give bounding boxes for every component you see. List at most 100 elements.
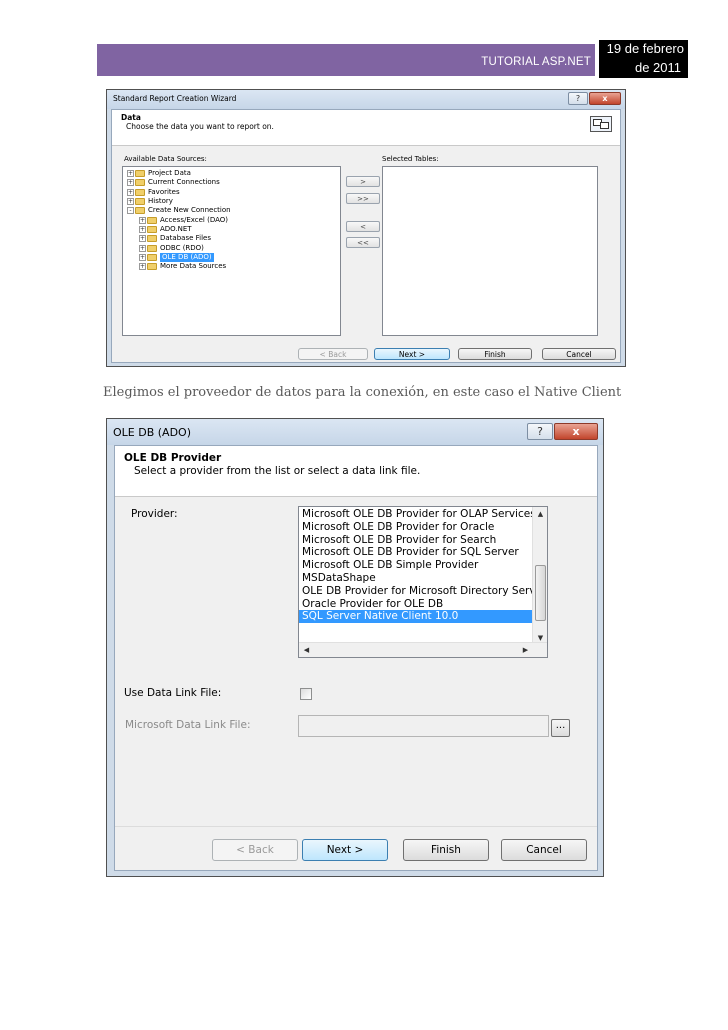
banner-subheading: Select a provider from the list or selec… xyxy=(134,465,421,477)
footer-separator xyxy=(115,826,597,827)
scroll-thumb[interactable] xyxy=(535,565,546,621)
cancel-button[interactable]: Cancel xyxy=(542,348,616,360)
folder-icon xyxy=(147,235,157,243)
expand-icon[interactable]: + xyxy=(127,188,134,196)
tree-node[interactable]: - Create New Connection xyxy=(123,206,340,215)
next-label: Next > xyxy=(326,844,364,856)
collapse-icon[interactable]: - xyxy=(127,207,134,215)
folder-icon xyxy=(135,207,145,215)
data-sources-tree[interactable]: + Project Data + Current Connections + Favori… xyxy=(122,166,341,336)
next-button[interactable]: Next > xyxy=(302,839,388,861)
cancel-button[interactable]: Cancel xyxy=(501,839,587,861)
remove-table-button[interactable]: < xyxy=(346,221,380,232)
scroll-up-icon[interactable]: ▲ xyxy=(533,507,547,521)
provider-item[interactable]: Microsoft OLE DB Provider for Search xyxy=(299,534,532,547)
report-wizard-title: Standard Report Creation Wizard xyxy=(113,94,237,103)
expand-icon[interactable]: + xyxy=(127,198,134,206)
oledb-window: OLE DB (ADO) ? x OLE DB Provider Select … xyxy=(106,418,604,877)
next-label: Next > xyxy=(398,349,426,359)
close-button[interactable]: x xyxy=(589,92,621,105)
scroll-right-icon[interactable]: ▶ xyxy=(518,643,533,657)
folder-icon xyxy=(147,225,157,233)
folder-icon xyxy=(135,170,145,178)
add-table-button[interactable]: > xyxy=(346,176,380,187)
tree-node-label: OLE DB (ADO) xyxy=(160,252,214,262)
provider-item[interactable]: OLE DB Provider for Microsoft Directory … xyxy=(299,585,532,598)
help-button[interactable]: ? xyxy=(568,92,588,105)
tree-node-label: Access/Excel (DAO) xyxy=(160,215,228,224)
provider-item[interactable]: Microsoft OLE DB Provider for SQL Server xyxy=(299,546,532,559)
report-wizard-body: Data Choose the data you want to report … xyxy=(111,109,621,363)
expand-icon[interactable]: + xyxy=(127,179,134,187)
folder-icon xyxy=(147,253,157,261)
tree-node[interactable]: + Project Data xyxy=(123,169,340,178)
tree-node-label: History xyxy=(148,197,173,206)
expand-icon[interactable]: + xyxy=(139,225,146,233)
date-line-1: 19 de febrero xyxy=(606,41,684,56)
close-icon: x xyxy=(572,425,580,438)
back-label: < Back xyxy=(319,349,347,359)
back-button[interactable]: < Back xyxy=(298,348,368,360)
tree-node-label: Project Data xyxy=(148,169,191,178)
provider-item[interactable]: Oracle Provider for OLE DB xyxy=(299,598,532,611)
help-icon: ? xyxy=(575,94,581,103)
expand-icon[interactable]: + xyxy=(139,253,146,261)
tree-node[interactable]: + Access/Excel (DAO) xyxy=(123,215,340,224)
banner-subheading: Choose the data you want to report on. xyxy=(126,122,274,131)
tree-node[interactable]: + ADO.NET xyxy=(123,225,340,234)
provider-item[interactable]: Microsoft OLE DB Simple Provider xyxy=(299,559,532,572)
close-icon: x xyxy=(602,94,608,103)
next-button[interactable]: Next > xyxy=(374,348,450,360)
data-link-file-label: Microsoft Data Link File: xyxy=(125,719,251,731)
provider-item[interactable]: Microsoft OLE DB Provider for Oracle xyxy=(299,521,532,534)
expand-icon[interactable]: + xyxy=(139,244,146,252)
tree-node[interactable]: + ODBC (RDO) xyxy=(123,243,340,252)
browse-button[interactable]: ... xyxy=(551,719,570,737)
header-bar: TUTORIAL ASP.NET xyxy=(97,44,595,76)
site-title: TUTORIAL ASP.NET xyxy=(481,56,591,68)
scroll-left-icon[interactable]: ◀ xyxy=(299,643,314,657)
available-sources-label: Available Data Sources: xyxy=(124,155,207,163)
add-table-label: > xyxy=(360,177,366,186)
provider-item[interactable]: Microsoft OLE DB Provider for OLAP Servi… xyxy=(299,508,532,521)
tree-node-label: More Data Sources xyxy=(160,262,227,271)
selected-tables-label: Selected Tables: xyxy=(382,155,439,163)
remove-all-tables-button[interactable]: << xyxy=(346,237,380,248)
tree-node[interactable]: + More Data Sources xyxy=(123,262,340,271)
close-button[interactable]: x xyxy=(554,423,598,440)
expand-icon[interactable]: + xyxy=(139,263,146,271)
tree-node-label: Current Connections xyxy=(148,178,220,187)
back-button[interactable]: < Back xyxy=(212,839,298,861)
provider-vertical-scrollbar[interactable]: ▲ ▼ xyxy=(532,507,547,645)
cancel-label: Cancel xyxy=(566,349,592,359)
data-link-file-field[interactable] xyxy=(298,715,549,737)
remove-table-label: < xyxy=(360,222,366,231)
finish-button[interactable]: Finish xyxy=(458,348,532,360)
tree-node[interactable]: + Current Connections xyxy=(123,178,340,187)
provider-horizontal-scrollbar[interactable]: ◀ ▶ xyxy=(299,642,547,657)
provider-label: Provider: xyxy=(131,508,178,520)
provider-item[interactable]: SQL Server Native Client 10.0 xyxy=(299,610,532,624)
folder-icon xyxy=(147,216,157,224)
use-data-link-checkbox[interactable] xyxy=(300,688,312,700)
tree-node[interactable]: + History xyxy=(123,197,340,206)
tree-node[interactable]: + OLE DB (ADO) xyxy=(123,252,340,262)
provider-item[interactable]: MSDataShape xyxy=(299,572,532,585)
tree-node-label: Database Files xyxy=(160,234,211,243)
help-button[interactable]: ? xyxy=(527,423,553,440)
tree-node[interactable]: + Favorites xyxy=(123,188,340,197)
finish-label: Finish xyxy=(484,349,506,359)
oledb-title: OLE DB (ADO) xyxy=(113,426,191,439)
back-label: < Back xyxy=(236,844,274,856)
tree-node-label: Favorites xyxy=(148,187,180,196)
finish-button[interactable]: Finish xyxy=(403,839,489,861)
expand-icon[interactable]: + xyxy=(127,170,134,178)
expand-icon[interactable]: + xyxy=(139,216,146,224)
expand-icon[interactable]: + xyxy=(139,235,146,243)
add-all-tables-button[interactable]: >> xyxy=(346,193,380,204)
tree-node[interactable]: + Database Files xyxy=(123,234,340,243)
remove-all-label: << xyxy=(357,238,369,247)
header-date: 19 de febrero de 2011 xyxy=(599,40,688,78)
selected-tables-list[interactable] xyxy=(382,166,598,336)
provider-list[interactable]: Microsoft OLE DB Provider for OLAP Servi… xyxy=(298,506,548,658)
